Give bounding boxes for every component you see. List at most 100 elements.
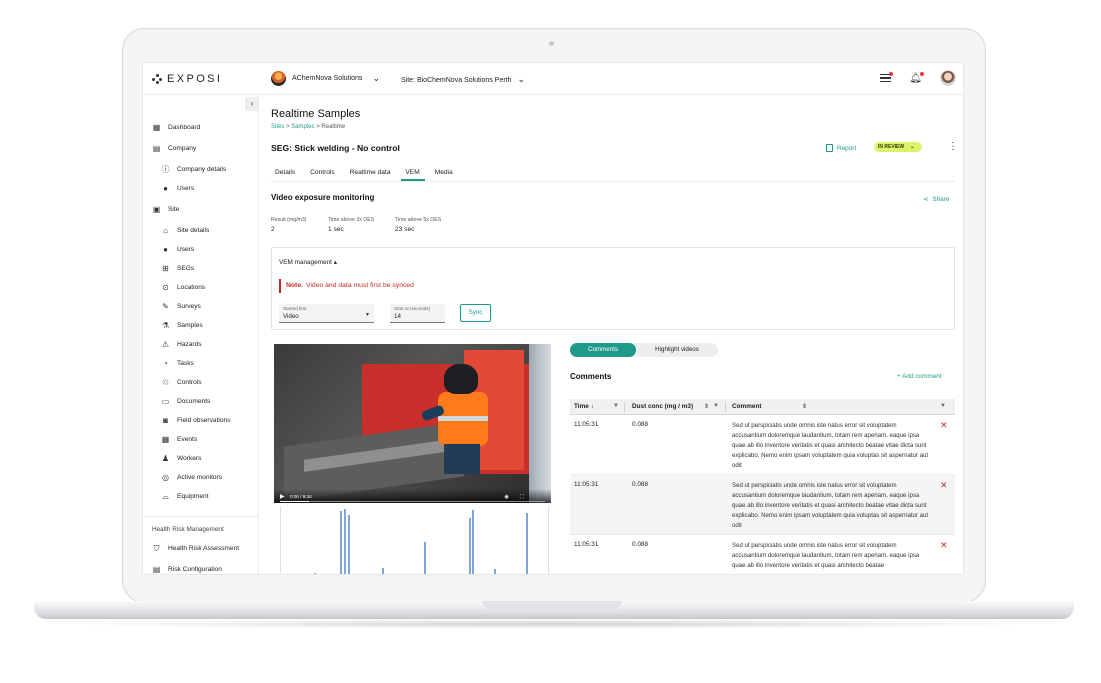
- delete-icon[interactable]: ✕: [940, 540, 948, 551]
- pin-icon: ⊙: [162, 283, 169, 292]
- sidebar-item-label: Risk Configuration: [168, 566, 222, 573]
- sidebar-item-tasks[interactable]: ◔ Tasks: [161, 359, 194, 368]
- tab-comments[interactable]: Comments: [570, 343, 636, 357]
- status-dropdown[interactable]: IN REVIEW ⌄: [874, 142, 923, 152]
- column-header-dust[interactable]: Dust conc (mg / m3): [632, 399, 693, 415]
- sidebar-item-site-users[interactable]: ● Users: [161, 245, 194, 254]
- start-at-input[interactable]: Start at (seconds) 14: [390, 304, 445, 323]
- video-frame: [420, 364, 496, 474]
- logo[interactable]: EXPOSI: [152, 73, 222, 85]
- sync-button[interactable]: Sync: [460, 304, 491, 322]
- column-separator: [624, 402, 625, 412]
- video-progress-bar[interactable]: [280, 501, 545, 502]
- more-options-icon[interactable]: ⋮: [948, 142, 958, 152]
- app-screen: EXPOSI AChemNova Solutions ⌄ Site: BioCh…: [142, 62, 964, 575]
- sidebar-item-label: Health Risk Assessment: [168, 545, 240, 552]
- user-avatar[interactable]: [940, 70, 956, 86]
- column-header-time[interactable]: Time ↓: [574, 399, 594, 415]
- sidebar-item-company-details[interactable]: ⓘ Company details: [161, 165, 227, 174]
- breadcrumb-separator: >: [286, 124, 290, 130]
- comments-title: Comments: [570, 372, 612, 381]
- table-row[interactable]: 11:05:31 0.088 Sed ut perspiciatis unde …: [570, 415, 955, 475]
- vem-management-panel: VEM management ▴ Note. Video and data mus…: [271, 247, 955, 330]
- tab-vem[interactable]: VEM: [401, 169, 425, 181]
- sidebar-item-label: Site details: [177, 227, 210, 234]
- user-icon: ●: [163, 245, 168, 254]
- metric-time-5x: Time above 5x OES 23 sec: [395, 217, 441, 233]
- sidebar-item-documents[interactable]: ▭ Documents: [161, 397, 211, 406]
- sidebar-item-surveys[interactable]: ✎ Surveys: [161, 302, 201, 311]
- sidebar-item-active-monitors[interactable]: ◎ Active monitors: [161, 473, 222, 482]
- sidebar-item-events[interactable]: ▦ Events: [161, 435, 197, 444]
- breadcrumb-sites[interactable]: Sites: [271, 124, 284, 130]
- sidebar-item-health-risk-assessment[interactable]: ⛉ Health Risk Assessment: [152, 544, 240, 553]
- filter-icon[interactable]: ▼: [940, 403, 946, 409]
- sort-icon[interactable]: ⇕: [802, 403, 807, 410]
- sidebar-item-site[interactable]: ▣ Site: [152, 205, 180, 214]
- tab-controls[interactable]: Controls: [306, 169, 340, 181]
- sidebar-item-locations[interactable]: ⊙ Locations: [161, 283, 205, 292]
- org-switcher[interactable]: AChemNova Solutions ⌄: [271, 71, 380, 86]
- table-row[interactable]: 11:05:31 0.088 Sed ut perspiciatis unde …: [570, 475, 955, 535]
- chart-axis: [548, 506, 549, 574]
- breadcrumb-current: Realtime: [321, 124, 346, 130]
- sidebar-item-label: Users: [177, 185, 195, 192]
- sidebar-item-hazards[interactable]: ⚠ Hazards: [161, 340, 202, 349]
- column-separator: [725, 402, 726, 412]
- video-player[interactable]: ▶ 0:00 / 9:34 ◉ ⛶ ⋮: [274, 344, 551, 503]
- tab-highlight-videos[interactable]: Highlight videos: [638, 343, 716, 357]
- table-row[interactable]: 11:05:31 0.088 Sed ut perspiciatis unde …: [570, 535, 955, 574]
- chart-bar: [469, 518, 471, 574]
- site-switcher[interactable]: Site: BioChemNova Solutions Perth ⌄: [401, 74, 525, 85]
- report-button[interactable]: Report: [826, 144, 856, 152]
- delete-icon[interactable]: ✕: [940, 480, 948, 491]
- play-icon[interactable]: ▶: [280, 493, 285, 500]
- dust-timeline-chart: [274, 506, 551, 574]
- filter-icon[interactable]: ▼: [713, 403, 719, 409]
- logo-text: EXPOSI: [167, 73, 223, 85]
- sort-icon[interactable]: ⇕: [704, 403, 709, 410]
- document-icon: ▭: [161, 397, 170, 406]
- survey-icon: ✎: [162, 302, 169, 311]
- tab-realtime-data[interactable]: Realtime data: [346, 169, 396, 181]
- top-icons: 🔔︎: [880, 70, 956, 86]
- delete-icon[interactable]: ✕: [940, 420, 948, 431]
- sidebar-item-field-observations[interactable]: ◙ Field observations: [161, 416, 231, 425]
- column-header-comment[interactable]: Comment: [732, 399, 761, 415]
- sidebar-item-controls[interactable]: ♲ Controls: [161, 378, 202, 387]
- started-first-select[interactable]: Started first Video ▾: [279, 304, 374, 323]
- vem-header-label: VEM management: [279, 259, 332, 266]
- collapse-sidebar-button[interactable]: ‹: [245, 97, 259, 111]
- sidebar-item-label: Field observations: [177, 417, 231, 424]
- metric-label: Time above 5x OES: [395, 217, 442, 223]
- sidebar-item-equipment[interactable]: ⌓ Equipment: [161, 492, 208, 501]
- sidebar-item-risk-configuration[interactable]: ▤ Risk Configuration: [152, 565, 222, 574]
- chart-bar: [424, 542, 426, 574]
- notification-bell-icon[interactable]: 🔔︎: [909, 71, 924, 84]
- sidebar-item-samples[interactable]: ⚗ Samples: [161, 321, 203, 330]
- chevron-down-icon: ⌄: [910, 144, 915, 150]
- breadcrumb-samples[interactable]: Samples: [291, 124, 314, 130]
- share-button[interactable]: ⋖ Share: [923, 195, 949, 204]
- sidebar-item-dashboard[interactable]: ▦ Dashboard: [152, 123, 201, 132]
- tab-details[interactable]: Details: [271, 169, 300, 181]
- sidebar-item-company[interactable]: ▤ Company: [152, 144, 197, 153]
- cell-comment: Sed ut perspiciatis unde omnis iste natu…: [732, 542, 920, 569]
- sidebar-item-segs[interactable]: ⊞ SEGs: [161, 264, 194, 273]
- chart-bar: [382, 567, 384, 574]
- chart-bar: [526, 513, 528, 574]
- sidebar-item-company-users[interactable]: ● Users: [161, 184, 194, 193]
- tab-media[interactable]: Media: [431, 169, 458, 181]
- filter-icon[interactable]: ▼: [613, 403, 619, 409]
- vem-management-toggle[interactable]: VEM management ▴: [279, 258, 337, 266]
- sidebar-item-label: Dashboard: [168, 124, 201, 131]
- video-options-icon[interactable]: ◉ ⛶ ⋮: [504, 494, 545, 500]
- sidebar-item-workers[interactable]: ♟ Workers: [161, 454, 202, 463]
- sidebar-item-label: Controls: [177, 379, 202, 386]
- add-comment-button[interactable]: + Add comment: [897, 373, 942, 380]
- shield-icon: ⛉: [153, 544, 160, 553]
- sidebar-item-site-details[interactable]: ⌂ Site details: [161, 226, 209, 235]
- cell-comment: Sed ut perspiciatis unde omnis iste natu…: [732, 482, 929, 529]
- sidebar-item-label: Samples: [177, 322, 203, 329]
- task-list-icon[interactable]: [880, 71, 894, 83]
